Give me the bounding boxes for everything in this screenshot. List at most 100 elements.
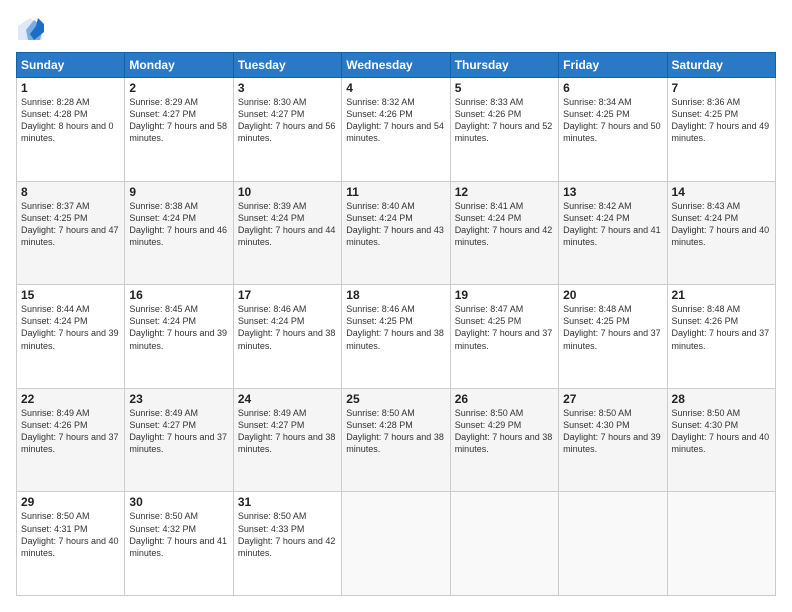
- day-info: Sunrise: 8:36 AMSunset: 4:25 PMDaylight:…: [672, 96, 771, 145]
- day-number: 21: [672, 288, 771, 302]
- day-number: 8: [21, 185, 120, 199]
- day-info: Sunrise: 8:45 AMSunset: 4:24 PMDaylight:…: [129, 303, 228, 352]
- calendar-cell: 21 Sunrise: 8:48 AMSunset: 4:26 PMDaylig…: [667, 285, 775, 389]
- day-info: Sunrise: 8:30 AMSunset: 4:27 PMDaylight:…: [238, 96, 337, 145]
- day-number: 24: [238, 392, 337, 406]
- header-row: Sunday Monday Tuesday Wednesday Thursday…: [17, 53, 776, 78]
- day-info: Sunrise: 8:49 AMSunset: 4:27 PMDaylight:…: [129, 407, 228, 456]
- day-number: 14: [672, 185, 771, 199]
- day-number: 9: [129, 185, 228, 199]
- day-info: Sunrise: 8:50 AMSunset: 4:29 PMDaylight:…: [455, 407, 554, 456]
- calendar-cell: 27 Sunrise: 8:50 AMSunset: 4:30 PMDaylig…: [559, 388, 667, 492]
- day-info: Sunrise: 8:28 AMSunset: 4:28 PMDaylight:…: [21, 96, 120, 145]
- calendar-cell: 30 Sunrise: 8:50 AMSunset: 4:32 PMDaylig…: [125, 492, 233, 596]
- calendar-cell: 23 Sunrise: 8:49 AMSunset: 4:27 PMDaylig…: [125, 388, 233, 492]
- day-number: 31: [238, 495, 337, 509]
- calendar-cell: 12 Sunrise: 8:41 AMSunset: 4:24 PMDaylig…: [450, 181, 558, 285]
- day-number: 19: [455, 288, 554, 302]
- calendar-cell: 19 Sunrise: 8:47 AMSunset: 4:25 PMDaylig…: [450, 285, 558, 389]
- day-info: Sunrise: 8:47 AMSunset: 4:25 PMDaylight:…: [455, 303, 554, 352]
- day-number: 13: [563, 185, 662, 199]
- calendar-cell: [667, 492, 775, 596]
- col-monday: Monday: [125, 53, 233, 78]
- day-number: 28: [672, 392, 771, 406]
- page: Sunday Monday Tuesday Wednesday Thursday…: [0, 0, 792, 612]
- day-number: 5: [455, 81, 554, 95]
- day-info: Sunrise: 8:46 AMSunset: 4:25 PMDaylight:…: [346, 303, 445, 352]
- calendar-cell: 11 Sunrise: 8:40 AMSunset: 4:24 PMDaylig…: [342, 181, 450, 285]
- calendar-cell: [342, 492, 450, 596]
- col-sunday: Sunday: [17, 53, 125, 78]
- day-number: 16: [129, 288, 228, 302]
- day-info: Sunrise: 8:41 AMSunset: 4:24 PMDaylight:…: [455, 200, 554, 249]
- day-info: Sunrise: 8:38 AMSunset: 4:24 PMDaylight:…: [129, 200, 228, 249]
- calendar-cell: 22 Sunrise: 8:49 AMSunset: 4:26 PMDaylig…: [17, 388, 125, 492]
- header: [16, 16, 776, 44]
- day-number: 2: [129, 81, 228, 95]
- day-number: 25: [346, 392, 445, 406]
- calendar-cell: [559, 492, 667, 596]
- calendar-cell: 10 Sunrise: 8:39 AMSunset: 4:24 PMDaylig…: [233, 181, 341, 285]
- day-number: 20: [563, 288, 662, 302]
- calendar-cell: 25 Sunrise: 8:50 AMSunset: 4:28 PMDaylig…: [342, 388, 450, 492]
- day-number: 29: [21, 495, 120, 509]
- day-info: Sunrise: 8:29 AMSunset: 4:27 PMDaylight:…: [129, 96, 228, 145]
- col-saturday: Saturday: [667, 53, 775, 78]
- col-wednesday: Wednesday: [342, 53, 450, 78]
- day-info: Sunrise: 8:37 AMSunset: 4:25 PMDaylight:…: [21, 200, 120, 249]
- day-info: Sunrise: 8:48 AMSunset: 4:25 PMDaylight:…: [563, 303, 662, 352]
- day-number: 10: [238, 185, 337, 199]
- day-number: 15: [21, 288, 120, 302]
- day-info: Sunrise: 8:49 AMSunset: 4:26 PMDaylight:…: [21, 407, 120, 456]
- calendar-cell: 8 Sunrise: 8:37 AMSunset: 4:25 PMDayligh…: [17, 181, 125, 285]
- day-info: Sunrise: 8:33 AMSunset: 4:26 PMDaylight:…: [455, 96, 554, 145]
- day-number: 4: [346, 81, 445, 95]
- day-number: 6: [563, 81, 662, 95]
- logo-icon: [16, 16, 44, 44]
- day-info: Sunrise: 8:32 AMSunset: 4:26 PMDaylight:…: [346, 96, 445, 145]
- week-row-2: 8 Sunrise: 8:37 AMSunset: 4:25 PMDayligh…: [17, 181, 776, 285]
- day-number: 18: [346, 288, 445, 302]
- calendar-cell: 1 Sunrise: 8:28 AMSunset: 4:28 PMDayligh…: [17, 78, 125, 182]
- day-info: Sunrise: 8:43 AMSunset: 4:24 PMDaylight:…: [672, 200, 771, 249]
- calendar-cell: 18 Sunrise: 8:46 AMSunset: 4:25 PMDaylig…: [342, 285, 450, 389]
- calendar-cell: 16 Sunrise: 8:45 AMSunset: 4:24 PMDaylig…: [125, 285, 233, 389]
- day-number: 27: [563, 392, 662, 406]
- logo: [16, 16, 48, 44]
- calendar-cell: 24 Sunrise: 8:49 AMSunset: 4:27 PMDaylig…: [233, 388, 341, 492]
- calendar-cell: 13 Sunrise: 8:42 AMSunset: 4:24 PMDaylig…: [559, 181, 667, 285]
- day-info: Sunrise: 8:46 AMSunset: 4:24 PMDaylight:…: [238, 303, 337, 352]
- day-info: Sunrise: 8:40 AMSunset: 4:24 PMDaylight:…: [346, 200, 445, 249]
- week-row-5: 29 Sunrise: 8:50 AMSunset: 4:31 PMDaylig…: [17, 492, 776, 596]
- calendar-cell: 2 Sunrise: 8:29 AMSunset: 4:27 PMDayligh…: [125, 78, 233, 182]
- day-number: 12: [455, 185, 554, 199]
- day-number: 7: [672, 81, 771, 95]
- week-row-3: 15 Sunrise: 8:44 AMSunset: 4:24 PMDaylig…: [17, 285, 776, 389]
- calendar-cell: 14 Sunrise: 8:43 AMSunset: 4:24 PMDaylig…: [667, 181, 775, 285]
- calendar-cell: 3 Sunrise: 8:30 AMSunset: 4:27 PMDayligh…: [233, 78, 341, 182]
- calendar-cell: 7 Sunrise: 8:36 AMSunset: 4:25 PMDayligh…: [667, 78, 775, 182]
- col-friday: Friday: [559, 53, 667, 78]
- week-row-4: 22 Sunrise: 8:49 AMSunset: 4:26 PMDaylig…: [17, 388, 776, 492]
- day-number: 26: [455, 392, 554, 406]
- day-number: 30: [129, 495, 228, 509]
- calendar-cell: 4 Sunrise: 8:32 AMSunset: 4:26 PMDayligh…: [342, 78, 450, 182]
- day-info: Sunrise: 8:50 AMSunset: 4:31 PMDaylight:…: [21, 510, 120, 559]
- day-number: 22: [21, 392, 120, 406]
- week-row-1: 1 Sunrise: 8:28 AMSunset: 4:28 PMDayligh…: [17, 78, 776, 182]
- day-info: Sunrise: 8:39 AMSunset: 4:24 PMDaylight:…: [238, 200, 337, 249]
- day-info: Sunrise: 8:44 AMSunset: 4:24 PMDaylight:…: [21, 303, 120, 352]
- day-info: Sunrise: 8:34 AMSunset: 4:25 PMDaylight:…: [563, 96, 662, 145]
- calendar-cell: 5 Sunrise: 8:33 AMSunset: 4:26 PMDayligh…: [450, 78, 558, 182]
- day-info: Sunrise: 8:50 AMSunset: 4:30 PMDaylight:…: [563, 407, 662, 456]
- calendar-cell: 20 Sunrise: 8:48 AMSunset: 4:25 PMDaylig…: [559, 285, 667, 389]
- calendar-table: Sunday Monday Tuesday Wednesday Thursday…: [16, 52, 776, 596]
- day-number: 11: [346, 185, 445, 199]
- day-number: 1: [21, 81, 120, 95]
- calendar-cell: 31 Sunrise: 8:50 AMSunset: 4:33 PMDaylig…: [233, 492, 341, 596]
- calendar-cell: 26 Sunrise: 8:50 AMSunset: 4:29 PMDaylig…: [450, 388, 558, 492]
- col-tuesday: Tuesday: [233, 53, 341, 78]
- day-info: Sunrise: 8:48 AMSunset: 4:26 PMDaylight:…: [672, 303, 771, 352]
- day-info: Sunrise: 8:42 AMSunset: 4:24 PMDaylight:…: [563, 200, 662, 249]
- col-thursday: Thursday: [450, 53, 558, 78]
